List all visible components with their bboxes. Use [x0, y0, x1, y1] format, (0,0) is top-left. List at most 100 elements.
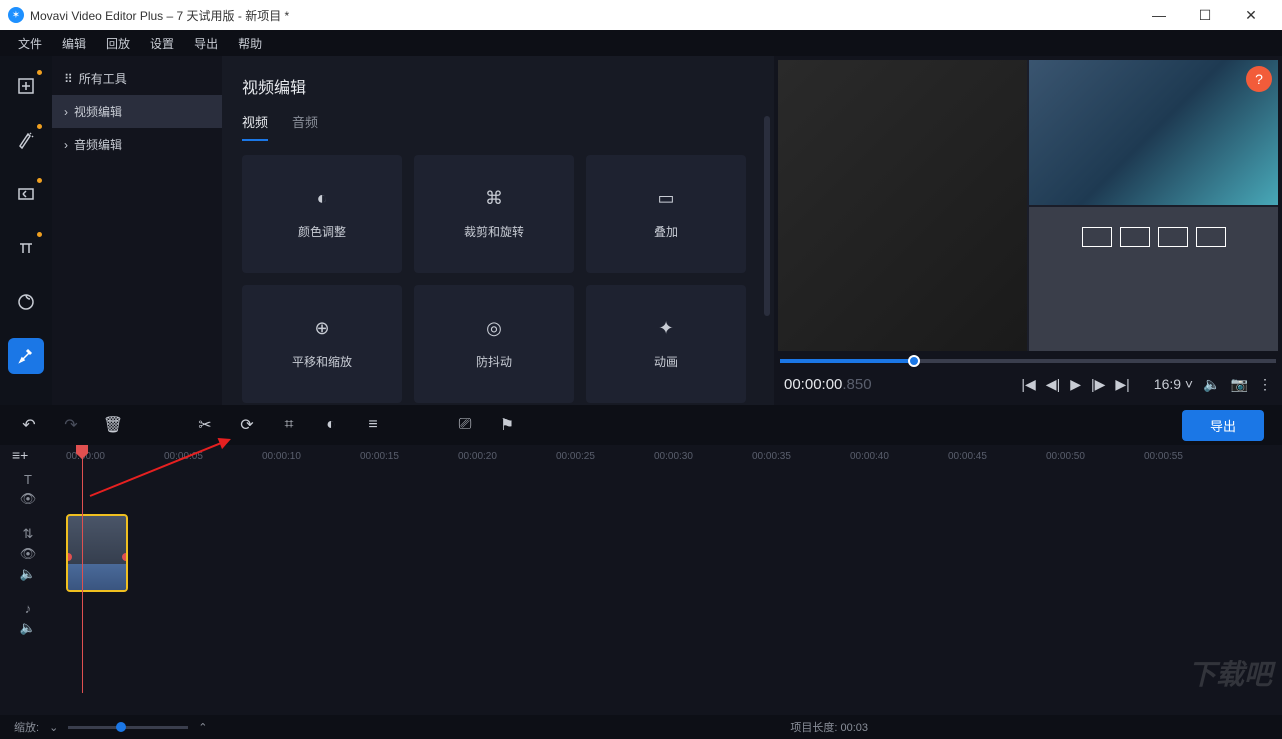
title-track[interactable]: T👁 [52, 467, 1282, 512]
zoom-slider-thumb[interactable] [116, 722, 126, 732]
adjust-button[interactable]: ≡ [362, 416, 384, 434]
track-mute-icon[interactable]: 🔈 [20, 566, 36, 582]
project-length-label: 项目长度: [790, 722, 837, 734]
track-visibility-icon[interactable]: 👁 [20, 491, 37, 507]
tab-video[interactable]: 视频 [242, 112, 268, 141]
window-title: Movavi Video Editor Plus – 7 天试用版 - 新项目 … [30, 7, 289, 24]
track-visibility-icon[interactable]: 👁 [20, 546, 37, 562]
stabilize-icon: ◎ [486, 318, 502, 339]
menu-playback[interactable]: 回放 [96, 35, 140, 52]
tool-rail [0, 56, 52, 405]
tab-audio[interactable]: 音频 [292, 112, 318, 141]
app-logo-icon: ✶ [8, 7, 24, 23]
track-link-icon[interactable]: ⇅ [23, 526, 34, 542]
redo-button[interactable]: ↷ [60, 415, 82, 435]
track-type-audio-icon: ♪ [25, 601, 32, 616]
split-button[interactable]: ✂ [194, 415, 216, 435]
sidebar-item-audio-edit[interactable]: › 音频编辑 [52, 128, 222, 161]
menu-help[interactable]: 帮助 [228, 35, 272, 52]
card-animation[interactable]: ✦动画 [586, 285, 746, 403]
play-button[interactable]: ▶ [1070, 376, 1081, 393]
preview-quadrant-bl [1029, 207, 1278, 352]
record-button[interactable]: ⎚ [454, 416, 476, 434]
snapshot-button[interactable]: 📷 [1231, 376, 1248, 393]
sidebar-item-all-tools[interactable]: ⠿ 所有工具 [52, 62, 222, 95]
track-type-text-icon: T [24, 472, 32, 487]
card-color-adjust[interactable]: ◐颜色调整 [242, 155, 402, 273]
project-length-value: 00:03 [840, 722, 868, 734]
menu-export[interactable]: 导出 [184, 35, 228, 52]
preview-panel: ? 00:00:00.850 |◀ ◀| ▶ |▶ ▶| 16:9 ˅ 🔈 📷 … [774, 56, 1282, 405]
help-button[interactable]: ? [1246, 66, 1272, 92]
video-track[interactable]: ⇅👁🔈 [52, 512, 1282, 596]
card-overlay[interactable]: ▭叠加 [586, 155, 746, 273]
color-button[interactable]: ◐ [320, 416, 342, 434]
rail-more-tools-button[interactable] [8, 338, 44, 374]
preview-timecode: 00:00:00.850 [784, 375, 872, 393]
chevron-right-icon: › [64, 138, 68, 152]
menu-settings[interactable]: 设置 [140, 35, 184, 52]
export-button[interactable]: 导出 [1182, 410, 1264, 441]
crop-icon: ⌘ [485, 188, 503, 209]
menu-edit[interactable]: 编辑 [52, 35, 96, 52]
card-stabilize[interactable]: ◎防抖动 [414, 285, 574, 403]
menubar: 文件 编辑 回放 设置 导出 帮助 [0, 30, 1282, 56]
aspect-ratio-select[interactable]: 16:9 ˅ [1154, 376, 1193, 392]
zoom-slider[interactable] [68, 726, 188, 729]
minimize-button[interactable]: — [1136, 7, 1182, 24]
video-clip[interactable] [66, 514, 128, 592]
playhead[interactable] [82, 445, 83, 693]
card-pan-zoom[interactable]: ⊕平移和缩放 [242, 285, 402, 403]
grid-icon: ⠿ [64, 72, 73, 86]
zoom-bar: 缩放: ⌄ ⌃ 项目长度: 00:03 [0, 715, 1282, 739]
rail-stickers-button[interactable] [8, 284, 44, 320]
menu-file[interactable]: 文件 [8, 35, 52, 52]
step-forward-button[interactable]: |▶ [1091, 376, 1105, 393]
delete-button[interactable]: 🗑 [102, 415, 124, 435]
track-mute-icon[interactable]: 🔈 [20, 620, 36, 636]
overlay-icon: ▭ [657, 188, 674, 209]
audio-track[interactable]: ♪🔈 [52, 596, 1282, 641]
tools-panel: 视频编辑 视频 音频 ◐颜色调整 ⌘裁剪和旋转 ▭叠加 ⊕平移和缩放 ◎防抖动 … [222, 56, 774, 405]
preview-quadrant-tl [1029, 60, 1278, 205]
sidebar-item-video-edit[interactable]: › 视频编辑 [52, 95, 222, 128]
clip-handle-right[interactable] [122, 553, 128, 561]
animation-icon: ✦ [658, 318, 673, 339]
sidebar-item-label: 音频编辑 [74, 136, 122, 153]
zoom-icon: ⊕ [314, 318, 329, 339]
rail-effects-button[interactable] [8, 122, 44, 158]
next-clip-button[interactable]: ▶| [1115, 376, 1129, 393]
crop-button[interactable]: ⌗ [278, 416, 300, 434]
chevron-right-icon: › [64, 105, 68, 119]
preview-seekbar[interactable] [780, 359, 1276, 363]
preview-quadrant-right [778, 60, 1027, 351]
rail-titles-button[interactable] [8, 230, 44, 266]
timeline-toolbar: ↶ ↷ 🗑 ✂ ⟳ ⌗ ◐ ≡ ⎚ ⚑ 导出 [0, 405, 1282, 445]
clip-handle-left[interactable] [66, 553, 72, 561]
preview-video[interactable] [778, 60, 1278, 351]
undo-button[interactable]: ↶ [18, 415, 40, 435]
prev-clip-button[interactable]: |◀ [1021, 376, 1035, 393]
step-back-button[interactable]: ◀| [1046, 376, 1060, 393]
zoom-label: 缩放: [14, 719, 39, 735]
timeline-ruler[interactable]: 00:00:00 00:00:05 00:00:10 00:00:15 00:0… [0, 445, 1282, 467]
rail-import-button[interactable] [8, 68, 44, 104]
preview-more-button[interactable]: ⋮ [1258, 376, 1272, 393]
sidebar-item-label: 所有工具 [79, 70, 127, 87]
zoom-out-button[interactable]: ⌄ [49, 721, 58, 734]
timeline: ≡+ 00:00:00 00:00:05 00:00:10 00:00:15 0… [0, 445, 1282, 715]
marker-button[interactable]: ⚑ [496, 415, 518, 435]
sidebar-item-label: 视频编辑 [74, 103, 122, 120]
rail-transitions-button[interactable] [8, 176, 44, 212]
close-button[interactable]: ✕ [1228, 7, 1274, 24]
sidebar: ⠿ 所有工具 › 视频编辑 › 音频编辑 [52, 56, 222, 405]
contrast-icon: ◐ [317, 188, 328, 209]
panel-title: 视频编辑 [242, 74, 754, 98]
zoom-in-button[interactable]: ⌃ [198, 721, 207, 734]
maximize-button[interactable]: ☐ [1182, 7, 1228, 24]
card-crop-rotate[interactable]: ⌘裁剪和旋转 [414, 155, 574, 273]
rotate-button[interactable]: ⟳ [236, 415, 258, 435]
seekbar-thumb[interactable] [908, 355, 920, 367]
volume-button[interactable]: 🔈 [1203, 376, 1220, 393]
panel-scrollbar[interactable] [764, 116, 770, 316]
